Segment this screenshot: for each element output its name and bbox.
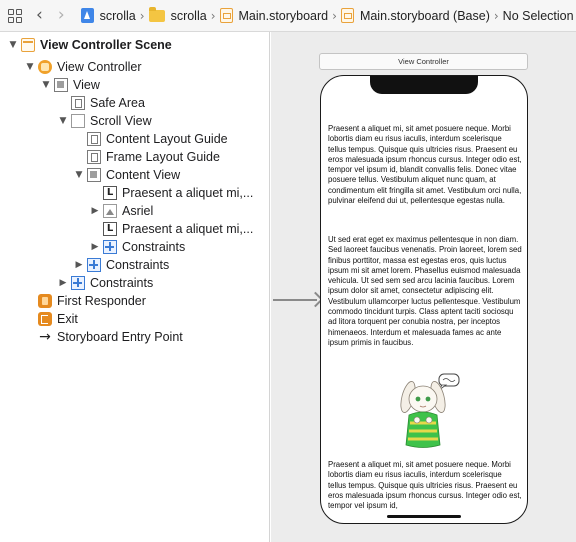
layout-guide-icon: [87, 150, 101, 164]
breadcrumb-folder[interactable]: scrolla: [148, 6, 207, 23]
folder-icon: [148, 6, 165, 22]
outline-item-label: Asriel: [122, 204, 154, 218]
outline-item-view[interactable]: ▼ View: [41, 76, 100, 94]
outline-item-view-controller-scene[interactable]: ▼ View Controller Scene: [8, 36, 172, 54]
back-chevron-icon[interactable]: ‹: [36, 7, 43, 24]
outline-item-label: Storyboard Entry Point: [57, 330, 183, 344]
outline-item-label: Safe Area: [90, 96, 145, 110]
breadcrumb-label: scrolla: [99, 8, 136, 23]
outline-item-label: View Controller: [57, 60, 142, 74]
view-icon: [87, 168, 101, 182]
outline-item-label: Praesent a aliquet mi,...: [122, 186, 254, 200]
outline-item-label: First Responder: [57, 294, 146, 308]
outline-item-exit[interactable]: Exit: [25, 310, 78, 328]
outline-item-label: Content Layout Guide: [106, 132, 228, 146]
disclosure-expanded-icon[interactable]: ▼: [74, 170, 84, 180]
disclosure-expanded-icon[interactable]: ▼: [25, 62, 35, 72]
disclosure-collapsed-icon[interactable]: ▶: [58, 278, 68, 288]
breadcrumb-project[interactable]: scrolla: [80, 8, 136, 23]
outline-item-label: Scroll View: [90, 114, 152, 128]
entry-arrow-icon: →: [39, 329, 51, 345]
outline-item-safe-area[interactable]: Safe Area: [58, 94, 145, 112]
breadcrumb-storyboard[interactable]: Main.storyboard: [219, 8, 329, 23]
content-label-2[interactable]: Praesent a aliquet mi, sit amet posuere …: [328, 460, 522, 511]
disclosure-collapsed-icon[interactable]: ▶: [90, 242, 100, 252]
outline-item-label: View: [73, 78, 100, 92]
document-outline: ▼ View Controller Scene ▼ View Controlle…: [0, 32, 270, 542]
outline-item-label: Constraints: [90, 276, 154, 290]
disclosure-collapsed-icon[interactable]: ▶: [90, 206, 100, 216]
outline-item-content-view[interactable]: ▼ Content View: [74, 166, 180, 184]
breadcrumb-separator-icon: ›: [210, 8, 216, 23]
outline-item-label: Constraints: [122, 240, 186, 254]
scene-title-bar[interactable]: View Controller: [319, 53, 528, 70]
first-responder-icon: [38, 294, 52, 308]
outline-item-frame-layout-guide[interactable]: Frame Layout Guide: [74, 148, 220, 166]
constraints-icon: [71, 276, 85, 290]
outline-item-storyboard-entry-point[interactable]: → Storyboard Entry Point: [25, 328, 183, 346]
outline-item-label: Constraints: [106, 258, 170, 272]
view-icon: [54, 78, 68, 92]
breadcrumb-storyboard-base[interactable]: Main.storyboard (Base): [340, 8, 490, 23]
constraints-icon: [87, 258, 101, 272]
breadcrumb-label: Main.storyboard (Base): [359, 8, 490, 23]
outline-item-constraints-view[interactable]: ▶ Constraints: [58, 274, 153, 292]
project-icon: [80, 8, 94, 23]
outline-item-label-1[interactable]: L Praesent a aliquet mi,...: [90, 184, 253, 202]
outline-item-constraints-content-view[interactable]: ▶ Constraints: [90, 238, 185, 256]
asriel-image[interactable]: [385, 371, 465, 451]
disclosure-collapsed-icon[interactable]: ▶: [74, 260, 84, 270]
scene-icon: [21, 38, 35, 52]
outline-item-label: Frame Layout Guide: [106, 150, 220, 164]
home-indicator: [387, 515, 461, 518]
content-paragraph-2: Ut sed erat eget ex maximus pellentesque…: [328, 235, 522, 347]
device-notch: [370, 76, 478, 94]
disclosure-expanded-icon[interactable]: ▼: [41, 80, 51, 90]
related-items-grid-icon[interactable]: [8, 8, 22, 23]
outline-item-constraints-scroll-view[interactable]: ▶ Constraints: [74, 256, 169, 274]
forward-chevron-icon[interactable]: ›: [58, 7, 65, 24]
breadcrumb-label: Main.storyboard: [238, 8, 329, 23]
jump-bar: ‹ › scrolla › scrolla › Main.storyboard …: [0, 0, 576, 32]
disclosure-expanded-icon[interactable]: ▼: [8, 40, 18, 50]
breadcrumb-no-selection[interactable]: No Selection: [503, 9, 574, 23]
label-icon: L: [103, 186, 117, 200]
outline-item-view-controller[interactable]: ▼ View Controller: [25, 58, 142, 76]
breadcrumb-label: scrolla: [170, 8, 207, 23]
layout-guide-icon: [87, 132, 101, 146]
outline-item-content-layout-guide[interactable]: Content Layout Guide: [74, 130, 228, 148]
breadcrumb-separator-icon: ›: [139, 8, 145, 23]
scene-title: View Controller: [398, 57, 449, 66]
outline-item-label: Exit: [57, 312, 78, 326]
device-frame[interactable]: Praesent a aliquet mi, sit amet posuere …: [320, 75, 528, 524]
content-label-1[interactable]: Praesent a aliquet mi, sit amet posuere …: [328, 124, 522, 206]
breadcrumb-label: No Selection: [502, 8, 574, 23]
scroll-view-icon: [71, 114, 85, 128]
outline-item-first-responder[interactable]: First Responder: [25, 292, 146, 310]
outline-item-scroll-view[interactable]: ▼ Scroll View: [58, 112, 152, 130]
layout-guide-icon: [71, 96, 85, 110]
disclosure-expanded-icon[interactable]: ▼: [58, 116, 68, 126]
label-icon: L: [103, 222, 117, 236]
outline-item-label-2[interactable]: L Praesent a aliquet mi,...: [90, 220, 253, 238]
outline-item-asriel[interactable]: ▶ Asriel: [90, 202, 153, 220]
exit-icon: [38, 312, 52, 326]
view-controller-icon: [38, 60, 52, 74]
constraints-icon: [103, 240, 117, 254]
breadcrumb-separator-icon: ›: [332, 8, 337, 23]
storyboard-icon: [340, 8, 354, 23]
outline-item-label: View Controller Scene: [40, 38, 172, 52]
breadcrumb-separator-icon: ›: [493, 8, 499, 23]
outline-item-label: Praesent a aliquet mi,...: [122, 222, 254, 236]
image-view-icon: [103, 204, 117, 218]
storyboard-icon: [219, 8, 233, 23]
outline-item-label: Content View: [106, 168, 181, 182]
